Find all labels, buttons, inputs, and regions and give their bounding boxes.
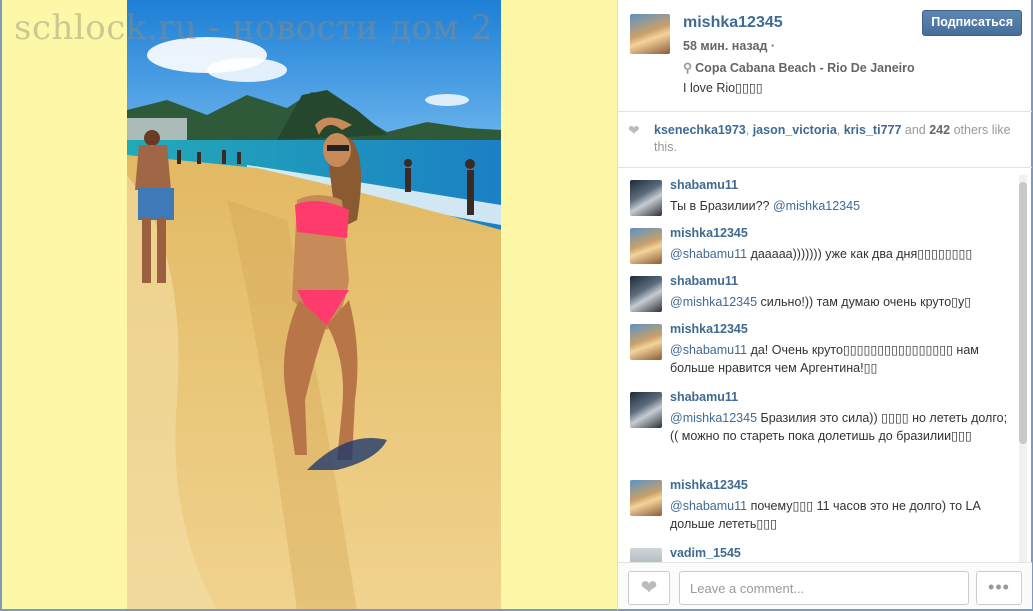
- comment-input[interactable]: [679, 571, 969, 605]
- comment-avatar[interactable]: [630, 324, 662, 360]
- comment-mention[interactable]: @mishka12345: [773, 199, 860, 213]
- comments-scrollbar-thumb[interactable]: [1019, 182, 1027, 444]
- comment-mention[interactable]: @shabamu11: [670, 247, 747, 261]
- map-pin-icon: ⚲: [683, 61, 693, 75]
- like-button[interactable]: ❤: [628, 571, 670, 605]
- comment-mention[interactable]: @mishka12345: [670, 295, 757, 309]
- location-name: Copa Cabana Beach - Rio De Janeiro: [695, 61, 915, 75]
- comment-avatar[interactable]: [630, 180, 662, 216]
- comment-mention[interactable]: @shabamu11: [670, 499, 747, 513]
- comment-username[interactable]: mishka12345: [670, 322, 748, 336]
- post-location[interactable]: ⚲ Copa Cabana Beach - Rio De Janeiro: [683, 60, 915, 75]
- comment-username[interactable]: vadim_1545: [670, 546, 741, 560]
- likes-text: ksenechka1973, jason_victoria, kris_ti77…: [654, 123, 1011, 154]
- post-header: mishka12345 Подписаться 58 мин. назад · …: [618, 0, 1032, 112]
- site-watermark: schlock.ru - новости дом 2: [14, 8, 493, 48]
- post-photo[interactable]: [127, 0, 501, 609]
- beach-photo-image: [127, 0, 501, 609]
- liker-username[interactable]: jason_victoria: [753, 123, 837, 137]
- comment-avatar[interactable]: [630, 480, 662, 516]
- follow-button[interactable]: Подписаться: [922, 10, 1022, 36]
- post-details-panel: mishka12345 Подписаться 58 мин. назад · …: [617, 0, 1033, 611]
- likes-count[interactable]: 242: [929, 123, 950, 137]
- comment-username[interactable]: shabamu11: [670, 274, 738, 288]
- comment-mention[interactable]: @shabamu11: [670, 343, 747, 357]
- author-avatar[interactable]: [630, 14, 670, 54]
- comment-avatar[interactable]: [630, 228, 662, 264]
- comments-list[interactable]: shabamu11 Ты в Бразилии?? @mishka12345 m…: [618, 170, 1032, 562]
- comment-text: @shabamu11 дааааа))))))) уже как два дня…: [670, 247, 973, 261]
- post-caption: I love Rio▯▯▯▯: [683, 81, 763, 95]
- heart-icon: ❤: [628, 122, 640, 138]
- comment-avatar[interactable]: [630, 548, 662, 562]
- comment-username[interactable]: shabamu11: [670, 390, 738, 404]
- comment-text: Ты в Бразилии?? @mishka12345: [670, 199, 861, 213]
- likes-section: ❤ ksenechka1973, jason_victoria, kris_ti…: [618, 112, 1032, 168]
- comment-username[interactable]: mishka12345: [670, 226, 748, 240]
- comment-mention[interactable]: @mishka12345: [670, 411, 757, 425]
- comment-username[interactable]: mishka12345: [670, 478, 748, 492]
- comment-text: @mishka12345 сильно!)) там думаю очень к…: [670, 295, 972, 309]
- more-dots-icon: •••: [988, 577, 1010, 597]
- comment-text: @shabamu11 да! Очень круто▯▯▯▯▯▯▯▯▯▯▯▯▯▯…: [670, 343, 979, 375]
- comment-avatar[interactable]: [630, 276, 662, 312]
- liker-username[interactable]: ksenechka1973: [654, 123, 746, 137]
- media-area: schlock.ru - новости дом 2: [0, 0, 617, 611]
- comment-text: @shabamu11 почему▯▯▯ 11 часов это не дол…: [670, 499, 981, 531]
- comment-text: @mishka12345 Бразилия это сила)) ▯▯▯▯ но…: [670, 411, 1008, 443]
- more-options-button[interactable]: •••: [976, 571, 1022, 605]
- liker-username[interactable]: kris_ti777: [844, 123, 902, 137]
- comment-footer: ❤ •••: [618, 562, 1032, 609]
- author-username[interactable]: mishka12345: [683, 14, 783, 32]
- heart-icon: ❤: [640, 577, 658, 599]
- post-timestamp[interactable]: 58 мин. назад ·: [683, 39, 775, 53]
- comment-avatar[interactable]: [630, 392, 662, 428]
- comment-username[interactable]: shabamu11: [670, 178, 738, 192]
